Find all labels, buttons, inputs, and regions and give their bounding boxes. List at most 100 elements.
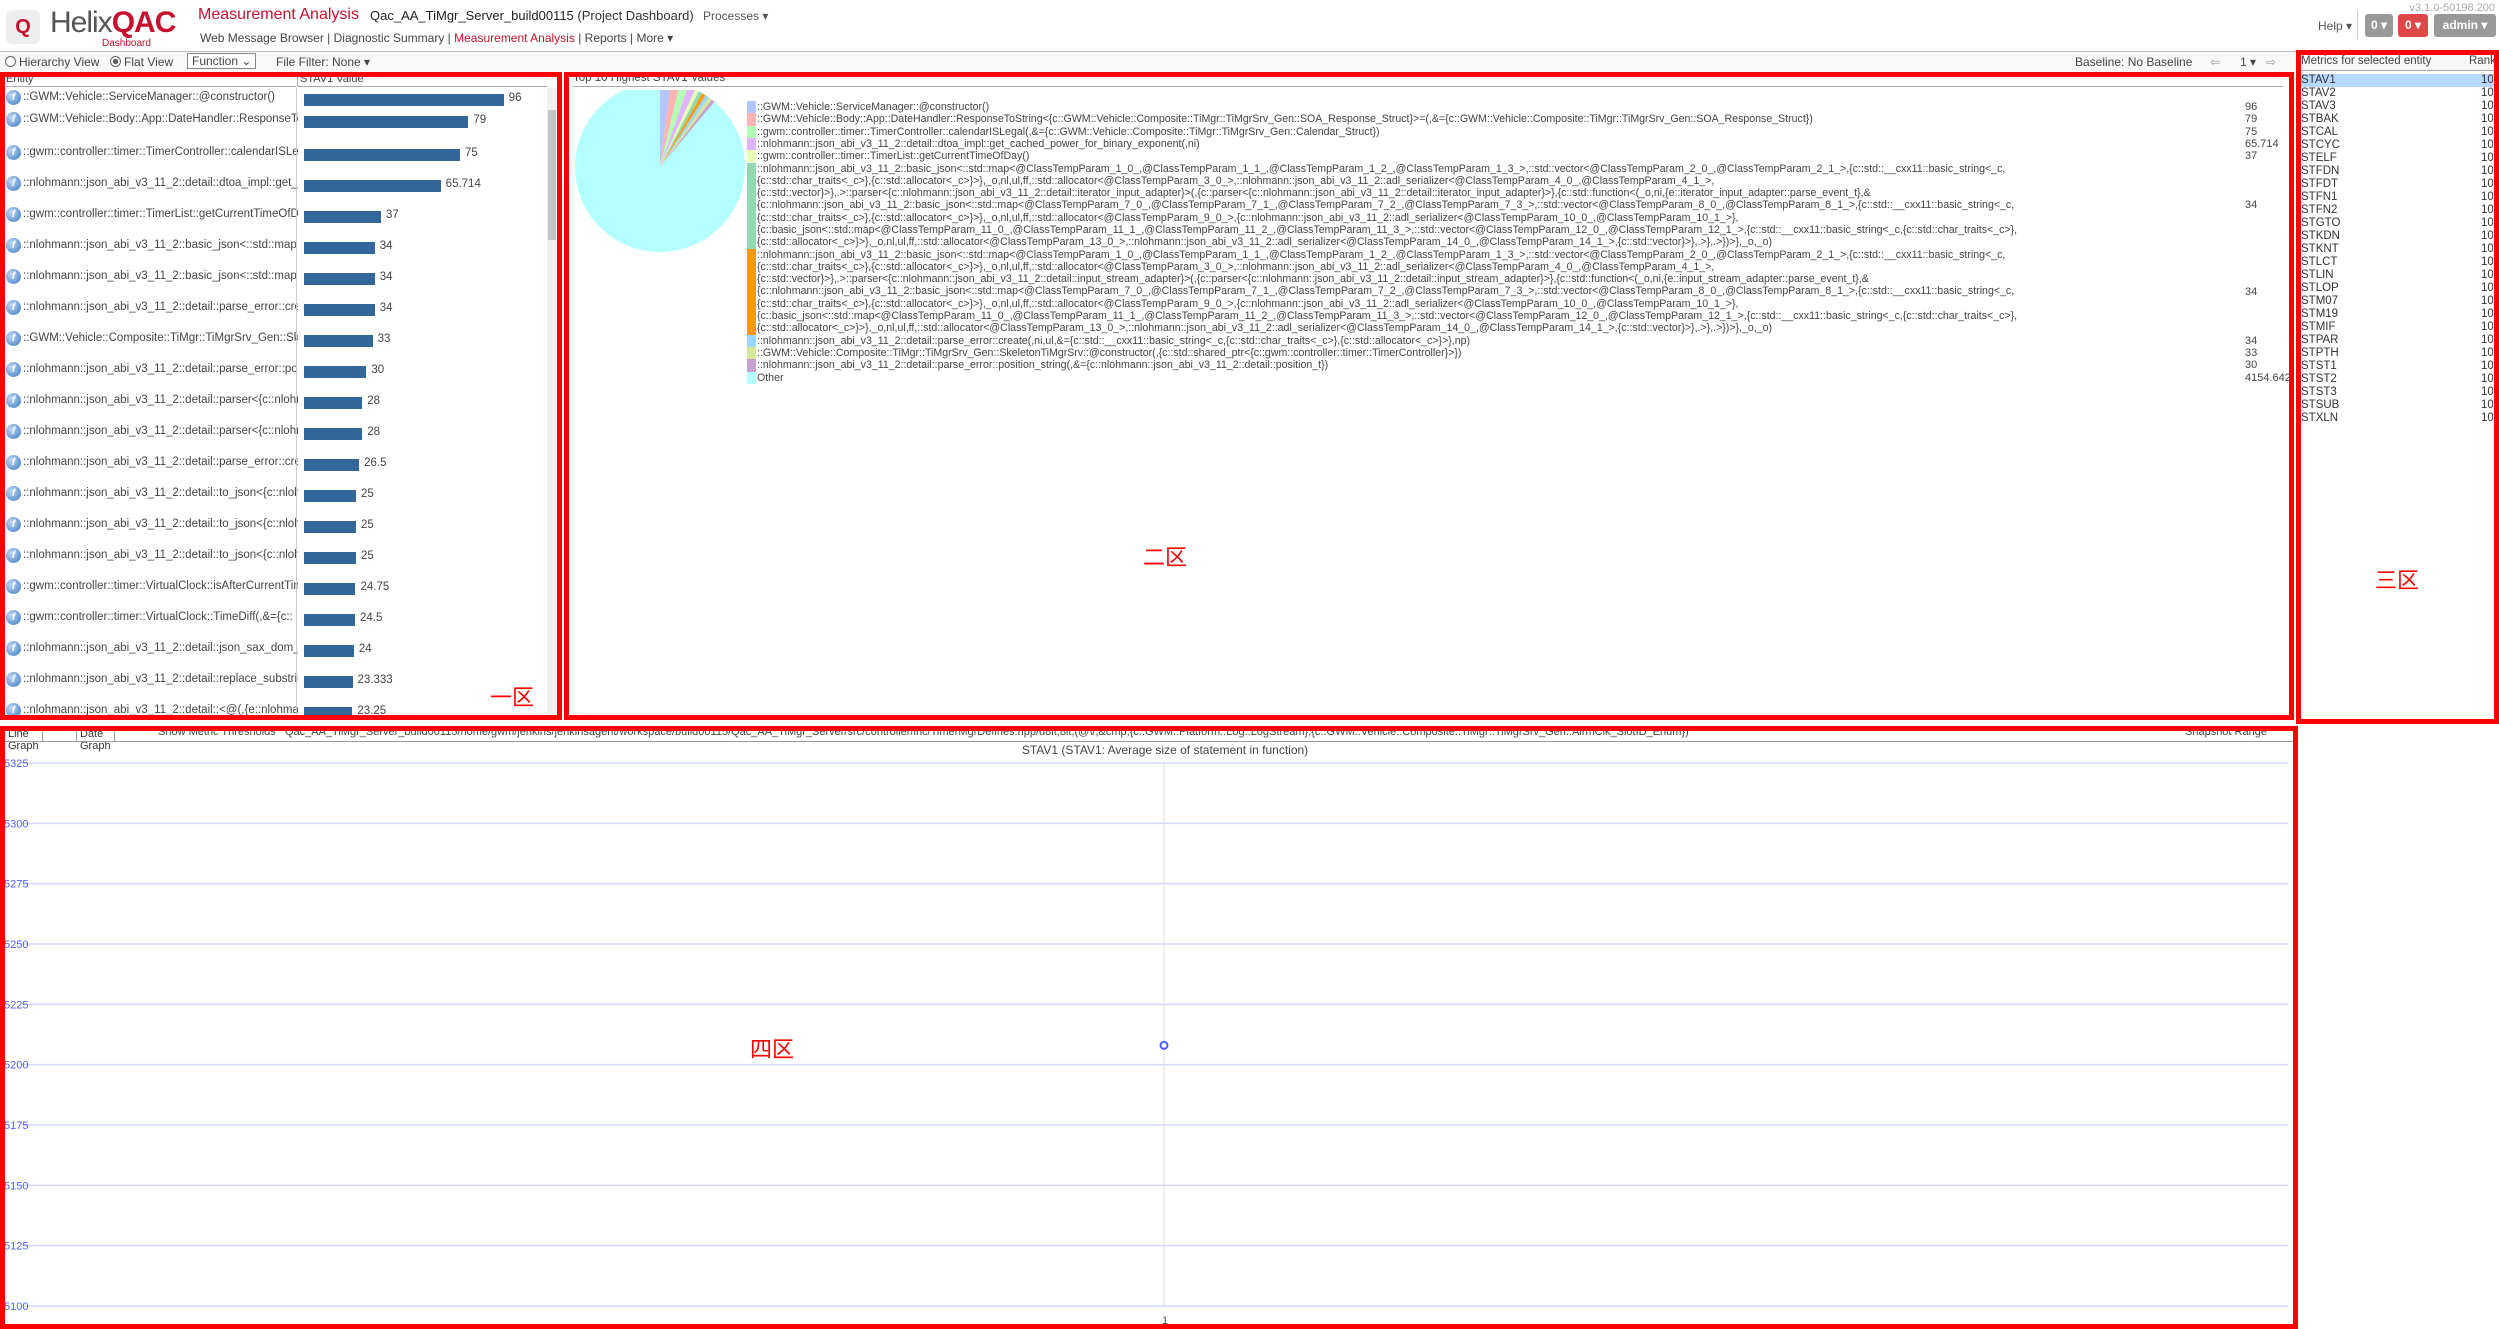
metric-row[interactable]: STELF 10 bbox=[2301, 152, 2496, 165]
entity-row[interactable]: f::nlohmann::json_abi_v3_11_2::detail::p… bbox=[6, 424, 556, 444]
metric-row[interactable]: STFN1 10 bbox=[2301, 191, 2496, 204]
legend-entry[interactable]: ::nlohmann::json_abi_v3_11_2::detail::pa… bbox=[747, 334, 2227, 347]
entity-row[interactable]: f::nlohmann::json_abi_v3_11_2::detail::d… bbox=[6, 176, 556, 196]
entity-row[interactable]: f::gwm::controller::timer::TimerList::ge… bbox=[6, 207, 556, 227]
metric-row[interactable]: STKDN 10 bbox=[2301, 230, 2496, 243]
prev-arrow-icon[interactable]: ⇦ bbox=[2210, 55, 2220, 69]
project-suffix: (Project Dashboard) bbox=[577, 8, 694, 23]
metric-row[interactable]: STLCT 10 bbox=[2301, 256, 2496, 269]
alerts-button[interactable]: 0 ▾ bbox=[2398, 14, 2428, 37]
y-tick-label: 5325 bbox=[4, 758, 28, 770]
nav-link[interactable]: Reports bbox=[585, 31, 627, 45]
entity-row[interactable]: f::nlohmann::json_abi_v3_11_2::detail::r… bbox=[6, 672, 556, 692]
metric-row[interactable]: STPTH 10 bbox=[2301, 347, 2496, 360]
metric-row[interactable]: STSUB 10 bbox=[2301, 399, 2496, 412]
entity-row[interactable]: f::nlohmann::json_abi_v3_11_2::detail::t… bbox=[6, 517, 556, 537]
snapshot-range-menu[interactable]: Snapshot Range bbox=[2185, 726, 2267, 738]
legend-entry[interactable]: ::nlohmann::json_abi_v3_11_2::basic_json… bbox=[747, 162, 2227, 249]
entity-name: ::GWM::Vehicle::ServiceManager::@constru… bbox=[23, 91, 275, 103]
legend-entry[interactable]: ::GWM::Vehicle::ServiceManager::@constru… bbox=[747, 101, 2227, 114]
entity-row[interactable]: f::GWM::Vehicle::Composite::TiMgr::TiMgr… bbox=[6, 331, 556, 351]
metric-row[interactable]: STCYC 10 bbox=[2301, 139, 2496, 152]
entity-row[interactable]: f::nlohmann::json_abi_v3_11_2::basic_jso… bbox=[6, 269, 556, 289]
legend-swatch bbox=[747, 334, 756, 347]
show-thresholds-toggle[interactable]: Show Metric Thresholds bbox=[158, 726, 276, 738]
metric-row[interactable]: STAV3 10 bbox=[2301, 100, 2496, 113]
entity-list-scrollbar[interactable] bbox=[547, 88, 557, 713]
processes-menu[interactable]: Processes ▾ bbox=[703, 9, 768, 23]
entity-row[interactable]: f::gwm::controller::timer::TimerControll… bbox=[6, 145, 556, 165]
entity-row[interactable]: f::nlohmann::json_abi_v3_11_2::detail::<… bbox=[6, 703, 556, 723]
next-arrow-icon[interactable]: ⇨ bbox=[2266, 55, 2276, 69]
metric-row[interactable]: STBAK 10 bbox=[2301, 113, 2496, 126]
messages-button[interactable]: 0 ▾ bbox=[2365, 14, 2393, 37]
legend-entry[interactable]: ::nlohmann::json_abi_v3_11_2::detail::dt… bbox=[747, 137, 2227, 151]
nav-link[interactable]: More ▾ bbox=[636, 31, 673, 45]
metric-name: STAV1 bbox=[2301, 74, 2336, 86]
metric-row[interactable]: STM19 10 bbox=[2301, 308, 2496, 321]
user-menu-button[interactable]: admin ▾ bbox=[2434, 14, 2496, 37]
metric-row[interactable]: STST1 10 bbox=[2301, 360, 2496, 373]
pie-slice[interactable] bbox=[575, 90, 745, 252]
legend-entry[interactable]: Other bbox=[747, 371, 2227, 384]
entity-name: ::gwm::controller::timer::TimerControlle… bbox=[23, 146, 298, 158]
metric-row[interactable]: STFDN 10 bbox=[2301, 165, 2496, 178]
entity-row[interactable]: f::nlohmann::json_abi_v3_11_2::detail::j… bbox=[6, 641, 556, 661]
metric-row[interactable]: STAV1 10 bbox=[2301, 74, 2496, 87]
page-select[interactable]: 1 ▾ bbox=[2240, 55, 2256, 69]
nav-link[interactable]: Diagnostic Summary bbox=[334, 31, 445, 45]
entity-row[interactable]: f::nlohmann::json_abi_v3_11_2::detail::p… bbox=[6, 362, 556, 382]
metric-row[interactable]: STCAL 10 bbox=[2301, 126, 2496, 139]
legend-entry[interactable]: ::gwm::controller::timer::TimerControlle… bbox=[747, 125, 2227, 138]
entity-row[interactable]: f::GWM::Vehicle::Body::App::DateHandler:… bbox=[6, 112, 556, 132]
metric-row[interactable]: STKNT 10 bbox=[2301, 243, 2496, 256]
legend-entry[interactable]: ::gwm::controller::timer::TimerList::get… bbox=[747, 150, 2227, 163]
metric-row[interactable]: STGTO 10 bbox=[2301, 217, 2496, 230]
metric-column-header[interactable]: Metrics for selected entity bbox=[2301, 55, 2431, 67]
entity-row[interactable]: f::nlohmann::json_abi_v3_11_2::detail::p… bbox=[6, 393, 556, 413]
entity-row[interactable]: f::gwm::controller::timer::VirtualClock:… bbox=[6, 610, 556, 630]
legend-text: {c::std::char_traits<_c>},{c::std::alloc… bbox=[757, 174, 1715, 187]
help-menu[interactable]: Help ▾ bbox=[2318, 19, 2352, 33]
legend-entry[interactable]: ::GWM::Vehicle::Composite::TiMgr::TiMgrS… bbox=[747, 347, 2227, 360]
rank-column-header[interactable]: Rank bbox=[2469, 55, 2497, 67]
nav-link[interactable]: Web Message Browser bbox=[200, 31, 324, 45]
tab-date-graph[interactable]: Date Graph bbox=[76, 727, 115, 752]
metric-row[interactable]: STST2 10 bbox=[2301, 373, 2496, 386]
metric-row[interactable]: STLOP 10 bbox=[2301, 282, 2496, 295]
data-point[interactable] bbox=[1159, 1040, 1169, 1050]
entity-row[interactable]: f::nlohmann::json_abi_v3_11_2::detail::p… bbox=[6, 455, 556, 475]
entity-row[interactable]: f::nlohmann::json_abi_v3_11_2::detail::p… bbox=[6, 300, 556, 320]
metric-row[interactable]: STAV2 10 bbox=[2301, 87, 2496, 100]
metric-row[interactable]: STM07 10 bbox=[2301, 295, 2496, 308]
metric-row[interactable]: STPAR 10 bbox=[2301, 334, 2496, 347]
metric-row[interactable]: STFN2 10 bbox=[2301, 204, 2496, 217]
metric-row[interactable]: STLIN 10 bbox=[2301, 269, 2496, 282]
legend-entry[interactable]: ::GWM::Vehicle::Body::App::DateHandler::… bbox=[747, 113, 2227, 126]
metric-row[interactable]: STFDT 10 bbox=[2301, 178, 2496, 191]
scrollbar-thumb[interactable] bbox=[548, 110, 556, 240]
entity-row[interactable]: f::GWM::Vehicle::ServiceManager::@constr… bbox=[6, 90, 556, 110]
entity-row[interactable]: f::gwm::controller::timer::VirtualClock:… bbox=[6, 579, 556, 599]
tab-line-graph[interactable]: Line Graph bbox=[4, 727, 43, 752]
hierarchy-view-radio[interactable]: Hierarchy View bbox=[5, 55, 99, 69]
legend-entry[interactable]: ::nlohmann::json_abi_v3_11_2::detail::pa… bbox=[747, 359, 2227, 372]
entity-column-header[interactable]: Entity bbox=[6, 73, 296, 87]
baseline-label[interactable]: Baseline: No Baseline bbox=[2075, 55, 2192, 69]
file-filter-menu[interactable]: File Filter: None ▾ bbox=[276, 55, 370, 69]
entity-row[interactable]: f::nlohmann::json_abi_v3_11_2::detail::t… bbox=[6, 486, 556, 506]
legend-entry[interactable]: ::nlohmann::json_abi_v3_11_2::basic_json… bbox=[747, 248, 2227, 335]
legend-swatch bbox=[747, 101, 756, 114]
y-tick-label: 5100 bbox=[4, 1301, 28, 1313]
nav-link[interactable]: Measurement Analysis bbox=[454, 31, 575, 45]
value-column-header[interactable]: STAV1 Value bbox=[297, 73, 547, 87]
helixqac-logo[interactable]: Q HelixQAC Dashboard bbox=[6, 6, 196, 49]
entity-row[interactable]: f::nlohmann::json_abi_v3_11_2::basic_jso… bbox=[6, 238, 556, 258]
metric-row[interactable]: STMIF 10 bbox=[2301, 321, 2496, 334]
metric-row[interactable]: STXLN 10 bbox=[2301, 412, 2496, 425]
entity-row[interactable]: f::nlohmann::json_abi_v3_11_2::detail::t… bbox=[6, 548, 556, 568]
metric-row[interactable]: STST3 10 bbox=[2301, 386, 2496, 399]
flat-view-radio[interactable]: Flat View bbox=[110, 55, 173, 69]
level-select[interactable]: Function ⌄ bbox=[187, 53, 257, 69]
metric-rank: 10 bbox=[2481, 269, 2493, 281]
